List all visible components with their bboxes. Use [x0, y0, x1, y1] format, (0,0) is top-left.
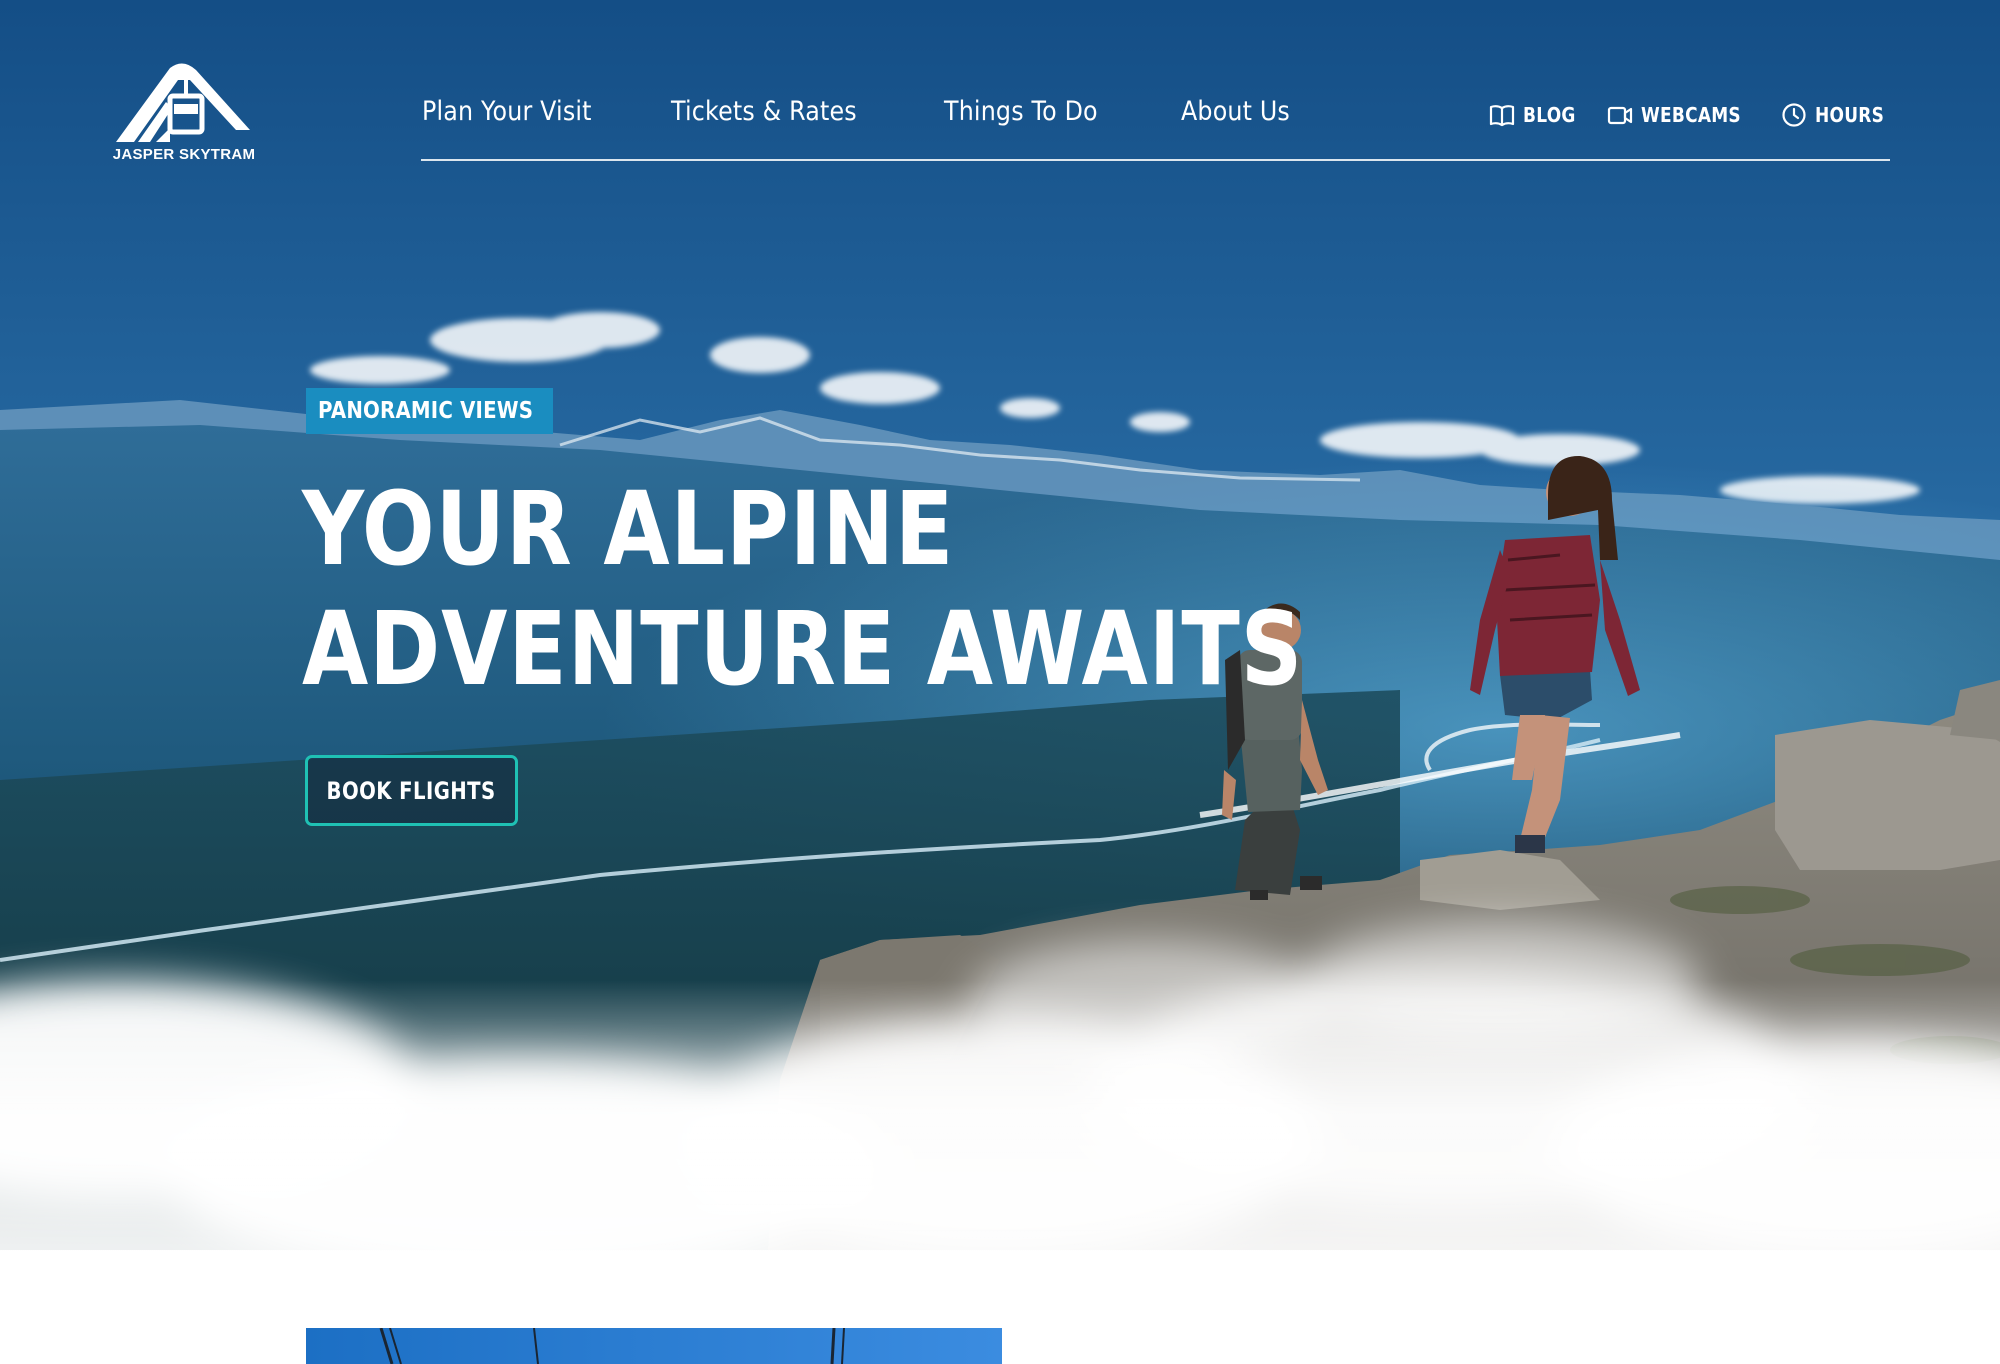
- hours-link[interactable]: HOURS: [1781, 102, 1888, 128]
- hero-headline-line1: YOUR ALPINE: [302, 470, 955, 589]
- hero-badge: PANORAMIC VIEWS: [306, 388, 554, 434]
- hero-section: JASPER SKYTRAM Plan Your Visit Tickets &…: [0, 0, 2000, 1364]
- hero-headline-line2: ADVENTURE AWAITS: [302, 590, 1304, 709]
- main-nav: Plan Your Visit Tickets & Rates Things T…: [422, 96, 1367, 127]
- hero-badge-label: PANORAMIC VIEWS: [318, 398, 534, 424]
- hero-headline: YOUR ALPINE ADVENTURE AWAITS: [302, 470, 1303, 710]
- video-camera-icon: [1608, 106, 1633, 125]
- nav-tickets-rates[interactable]: Tickets & Rates: [671, 96, 857, 127]
- book-flights-button[interactable]: BOOK FLIGHTS: [305, 755, 518, 826]
- nav-things-to-do[interactable]: Things To Do: [944, 96, 1098, 127]
- hours-label: HOURS: [1814, 103, 1884, 127]
- book-icon: [1490, 105, 1515, 127]
- logo-wordmark: JASPER SKYTRAM: [112, 146, 256, 163]
- blog-link[interactable]: BLOG: [1489, 102, 1577, 128]
- book-flights-label: BOOK FLIGHTS: [326, 776, 496, 805]
- nav-divider: [421, 159, 1890, 161]
- nav-plan-your-visit[interactable]: Plan Your Visit: [422, 96, 592, 127]
- next-section-image: [306, 1328, 1002, 1364]
- blog-label: BLOG: [1523, 103, 1576, 127]
- clock-icon: [1782, 103, 1806, 127]
- nav-about-us[interactable]: About Us: [1181, 96, 1290, 127]
- webcams-link[interactable]: WEBCAMS: [1607, 102, 1751, 128]
- webcams-label: WEBCAMS: [1641, 103, 1742, 127]
- utility-nav: BLOG WEBCAMS HOURS: [1459, 102, 1888, 128]
